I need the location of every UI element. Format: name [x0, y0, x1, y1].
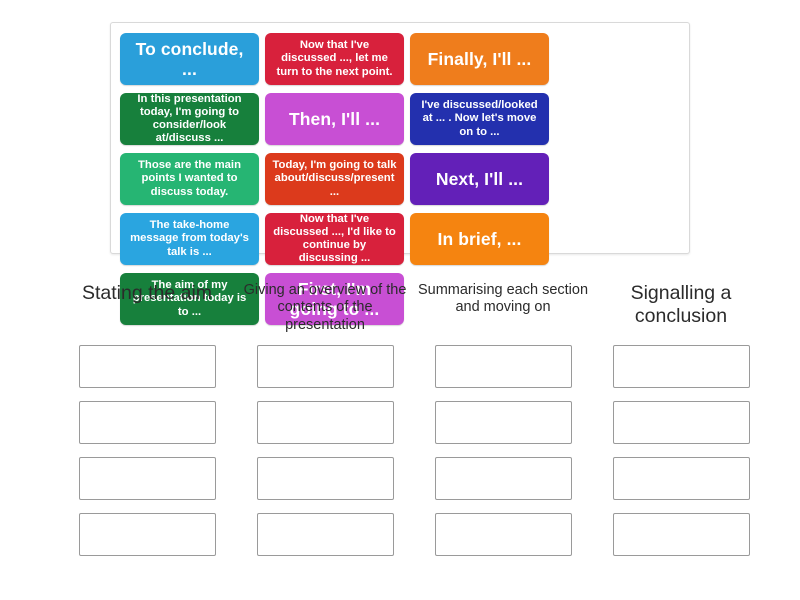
dropzone[interactable] [612, 513, 750, 556]
column-header: Summarising each section and moving on [417, 282, 589, 316]
dropzone[interactable] [256, 401, 394, 444]
dropzone[interactable] [434, 513, 572, 556]
category-columns: Stating the aim Giving an overview of th… [58, 282, 800, 582]
dropzone[interactable] [256, 457, 394, 500]
dropzone[interactable] [256, 345, 394, 388]
tile[interactable]: In this presentation today, I'm going to… [120, 93, 259, 145]
tile-label: Next, I'll ... [435, 168, 524, 189]
dropzone-list [592, 345, 770, 569]
column-header: Signalling a conclusion [630, 282, 732, 328]
tile[interactable]: In brief, ... [410, 213, 549, 265]
tile-label: In this presentation today, I'm going to… [137, 93, 242, 145]
tile-label: Today, I'm going to talk about/discuss/p… [272, 159, 397, 198]
tile-label: The take-home message from today's talk … [130, 219, 249, 258]
dropzone[interactable] [78, 513, 216, 556]
category-column-stating-the-aim: Stating the aim [58, 282, 236, 582]
tile[interactable]: I've discussed/looked at ... . Now let's… [410, 93, 549, 145]
tile-label: Now that I've discussed ..., let me turn… [276, 39, 393, 78]
tile[interactable]: Today, I'm going to talk about/discuss/p… [265, 153, 404, 205]
activity-page: To conclude, ... Now that I've discussed… [0, 0, 800, 600]
tile[interactable]: The take-home message from today's talk … [120, 213, 259, 265]
dropzone[interactable] [434, 345, 572, 388]
dropzone[interactable] [78, 401, 216, 444]
dropzone[interactable] [434, 457, 572, 500]
category-column-signalling-a-conclusion: Signalling a conclusion [592, 282, 770, 582]
tile[interactable]: Now that I've discussed ..., I'd like to… [265, 213, 404, 265]
tile-label: Finally, I'll ... [427, 48, 532, 69]
tile[interactable]: To conclude, ... [120, 33, 259, 85]
tile[interactable]: Now that I've discussed ..., let me turn… [265, 33, 404, 85]
dropzone-list [236, 345, 414, 569]
category-column-giving-an-overview: Giving an overview of the contents of th… [236, 282, 414, 582]
dropzone[interactable] [434, 401, 572, 444]
category-column-summarising-each-section: Summarising each section and moving on [414, 282, 592, 582]
tile-label: In brief, ... [437, 228, 522, 249]
dropzone[interactable] [612, 457, 750, 500]
dropzone-list [414, 345, 592, 569]
dropzone[interactable] [612, 401, 750, 444]
dropzone[interactable] [256, 513, 394, 556]
tile[interactable]: Those are the main points I wanted to di… [120, 153, 259, 205]
dropzone[interactable] [612, 345, 750, 388]
tile-tray[interactable]: To conclude, ... Now that I've discussed… [110, 22, 690, 325]
tile-label: Those are the main points I wanted to di… [138, 159, 241, 198]
tile[interactable]: Finally, I'll ... [410, 33, 549, 85]
tile-label: Now that I've discussed ..., I'd like to… [273, 213, 396, 265]
column-header: Stating the aim [81, 282, 213, 304]
tile[interactable]: Then, I'll ... [265, 93, 404, 145]
tile-label: To conclude, ... [135, 38, 244, 79]
column-header: Giving an overview of the contents of th… [243, 282, 407, 333]
dropzone-list [58, 345, 236, 569]
dropzone[interactable] [78, 457, 216, 500]
tile-label: Then, I'll ... [288, 108, 381, 129]
tile[interactable]: Next, I'll ... [410, 153, 549, 205]
tile-label: I've discussed/looked at ... . Now let's… [421, 99, 538, 138]
dropzone[interactable] [78, 345, 216, 388]
